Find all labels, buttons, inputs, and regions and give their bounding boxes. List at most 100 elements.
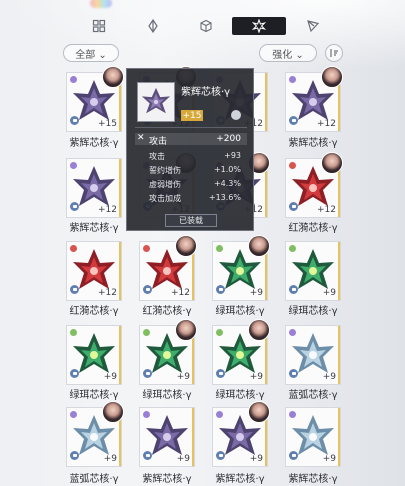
lock-icon[interactable] [289,369,298,378]
lock-icon[interactable] [289,451,298,460]
core-item-card[interactable]: +9 [285,407,341,467]
sort-icon [330,49,338,57]
equipped-character-avatar [248,401,270,423]
lock-icon[interactable] [289,202,298,211]
equipped-character-avatar [321,152,343,174]
item-name: 紫辉芯核·γ [288,474,338,485]
popup-lock-icon[interactable] [231,110,241,120]
item-name: 紫辉芯核·γ [215,474,265,485]
sort-enhance-dropdown[interactable]: 强化 ⌄ [259,44,317,62]
item-name: 绿珥芯核·γ [215,390,265,401]
item-name: 绿珥芯核·γ [142,390,192,401]
item-level: +12 [98,288,117,298]
rarity-bar [119,159,121,217]
purple-core-icon [141,87,171,114]
category-tabs [72,17,340,35]
core-item-card[interactable]: +9 [285,241,341,301]
item-level: +9 [103,454,117,464]
tab-core[interactable] [232,17,286,35]
element-dot-icon [216,411,223,418]
close-icon: ✕ [137,133,145,143]
lock-icon[interactable] [70,369,79,378]
item-level: +9 [249,288,263,298]
equipped-button[interactable]: 已装载 [165,214,217,227]
cube-icon [200,19,212,33]
tab-cube[interactable] [179,17,233,35]
equipped-character-avatar [321,66,343,88]
item-level: +9 [249,454,263,464]
lock-icon[interactable] [289,285,298,294]
lock-icon[interactable] [216,369,225,378]
lock-icon[interactable] [70,202,79,211]
item-level: +9 [322,372,336,382]
stat-label: 誓约增伤 [149,166,181,175]
lock-icon[interactable] [289,116,298,125]
core-item-card[interactable]: +12 [66,158,122,218]
lock-icon[interactable] [216,451,225,460]
item-detail-popup: 紫辉芯核·γ +15 ✕ 攻击 +200 攻击 +93 誓约增伤 +1.0% 虚弱增伤 +4.3… [126,68,254,231]
item-level: +9 [176,454,190,464]
core-item-card[interactable]: +9 [285,325,341,385]
item-level: +9 [322,454,336,464]
sub-stat-row: 誓约增伤 +1.0% [135,164,247,176]
element-dot-icon [143,329,150,336]
core-item-card[interactable]: +9 [139,407,195,467]
triangle-icon [307,20,320,33]
equipped-character-avatar [175,319,197,341]
stat-value: +93 [224,151,241,160]
rarity-bar [338,408,340,466]
sub-stat-row: 攻击加成 +13.6% [135,192,247,204]
lock-icon[interactable] [70,285,79,294]
item-name: 红漪芯核·γ [142,306,192,317]
item-level: +9 [322,288,336,298]
lock-icon[interactable] [143,369,152,378]
stat-value: +200 [216,134,241,144]
tab-all[interactable] [72,17,126,35]
element-dot-icon [70,162,77,169]
tab-crystal[interactable] [126,17,180,35]
stat-value: +1.0% [213,165,241,174]
element-dot-icon [289,76,296,83]
item-name: 绿珥芯核·γ [69,390,119,401]
equipped-character-avatar [102,401,124,423]
crystal-icon [148,19,158,33]
item-name: 紫辉芯核·γ [69,223,119,234]
stat-value: +13.6% [208,193,241,202]
equipped-character-avatar [175,235,197,257]
tab-module[interactable] [286,17,340,35]
popup-title: 紫辉芯核·γ [181,87,231,98]
element-dot-icon [70,411,77,418]
popup-level-badge: +15 [181,110,203,121]
lock-icon[interactable] [143,285,152,294]
item-level: +12 [98,205,117,215]
lock-icon[interactable] [70,451,79,460]
lock-icon[interactable] [143,451,152,460]
item-level: +9 [103,372,117,382]
item-name: 紫辉芯核·γ [288,138,338,149]
item-level: +12 [317,119,336,129]
rarity-bar [119,326,121,384]
item-level: +9 [249,372,263,382]
item-name: 紫辉芯核·γ [142,474,192,485]
lock-icon[interactable] [216,285,225,294]
stat-label: 攻击 [149,152,165,161]
core-item-card[interactable]: +9 [66,325,122,385]
top-highlight [0,0,405,70]
popup-item-thumbnail [137,82,175,122]
item-level: +12 [317,205,336,215]
item-level: +12 [171,288,190,298]
star-cluster-icon [252,19,266,33]
element-dot-icon [70,329,77,336]
element-dot-icon [216,245,223,252]
sort-order-button[interactable] [325,44,343,62]
lock-icon[interactable] [70,116,79,125]
stat-label: 虚弱增伤 [149,180,181,189]
element-dot-icon [289,411,296,418]
core-item-card[interactable]: +12 [66,241,122,301]
grid-icon [92,19,106,33]
element-dot-icon [70,76,77,83]
element-dot-icon [289,245,296,252]
item-name: 绿珥芯核·γ [215,306,265,317]
filter-all-dropdown[interactable]: 全部 ⌄ [63,44,119,62]
element-dot-icon [216,329,223,336]
